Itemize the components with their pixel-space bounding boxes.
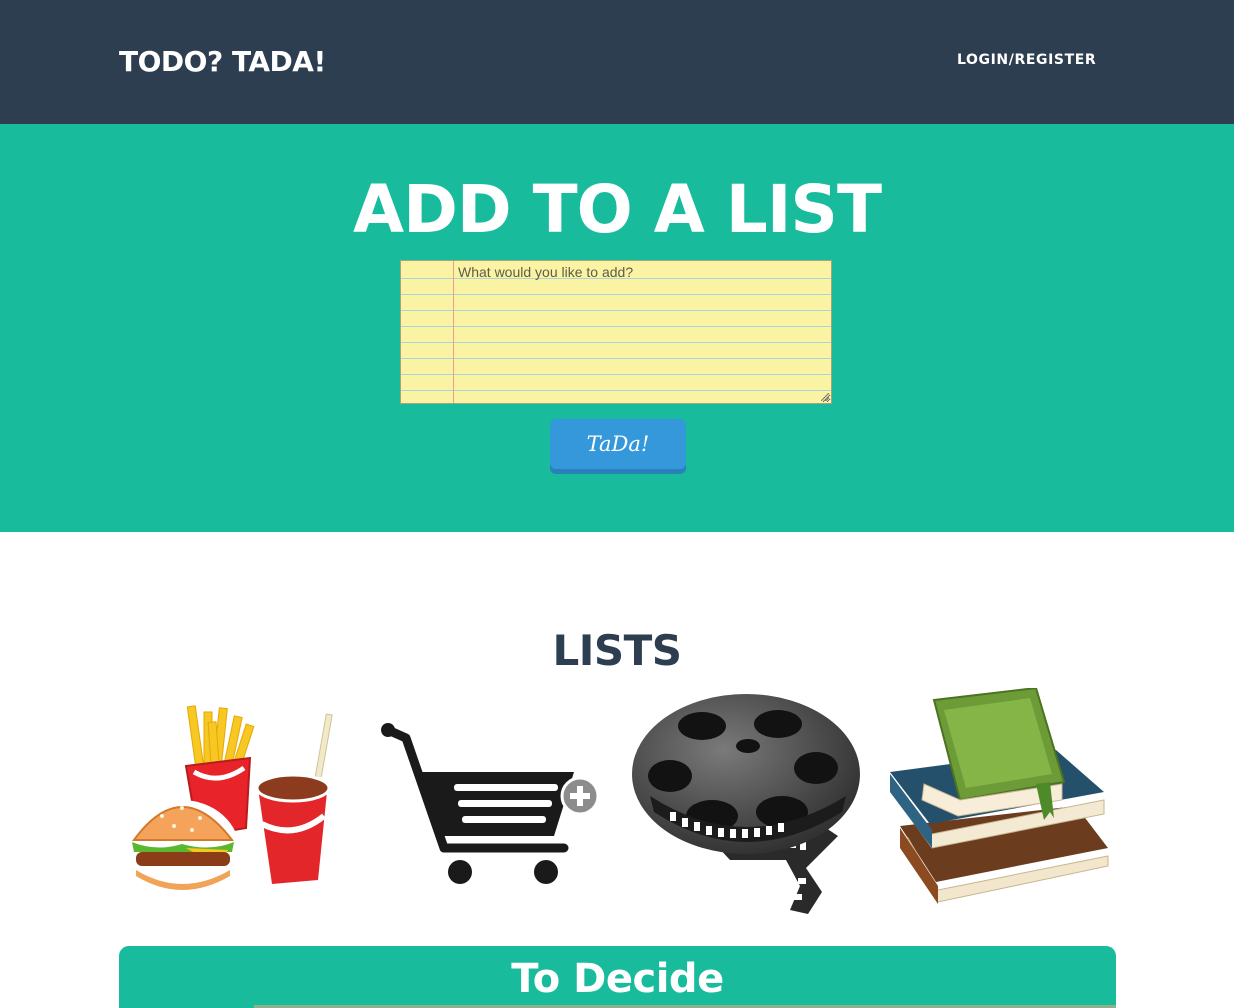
books-icon[interactable] (886, 688, 1118, 916)
notepad-input-area (400, 260, 832, 404)
add-to-list-section: ADD TO A LIST TaDa! (0, 124, 1234, 532)
item-input[interactable] (401, 261, 831, 403)
brand-link[interactable]: TODO? TADA! (119, 42, 326, 82)
shopping-cart-icon[interactable] (378, 718, 600, 893)
navbar: TODO? TADA! LOGIN/REGISTER (0, 0, 1234, 124)
to-decide-card: To Decide (119, 946, 1116, 1008)
to-decide-title: To Decide (511, 956, 724, 1002)
login-register-link[interactable]: LOGIN/REGISTER (957, 50, 1096, 70)
lists-title: LISTS (552, 626, 682, 675)
food-icon[interactable] (126, 700, 348, 910)
film-reel-icon[interactable] (630, 688, 862, 920)
tada-button[interactable]: TaDa! (550, 419, 686, 474)
hero-title: ADD TO A LIST (353, 171, 882, 248)
resize-handle-icon[interactable] (821, 393, 829, 401)
